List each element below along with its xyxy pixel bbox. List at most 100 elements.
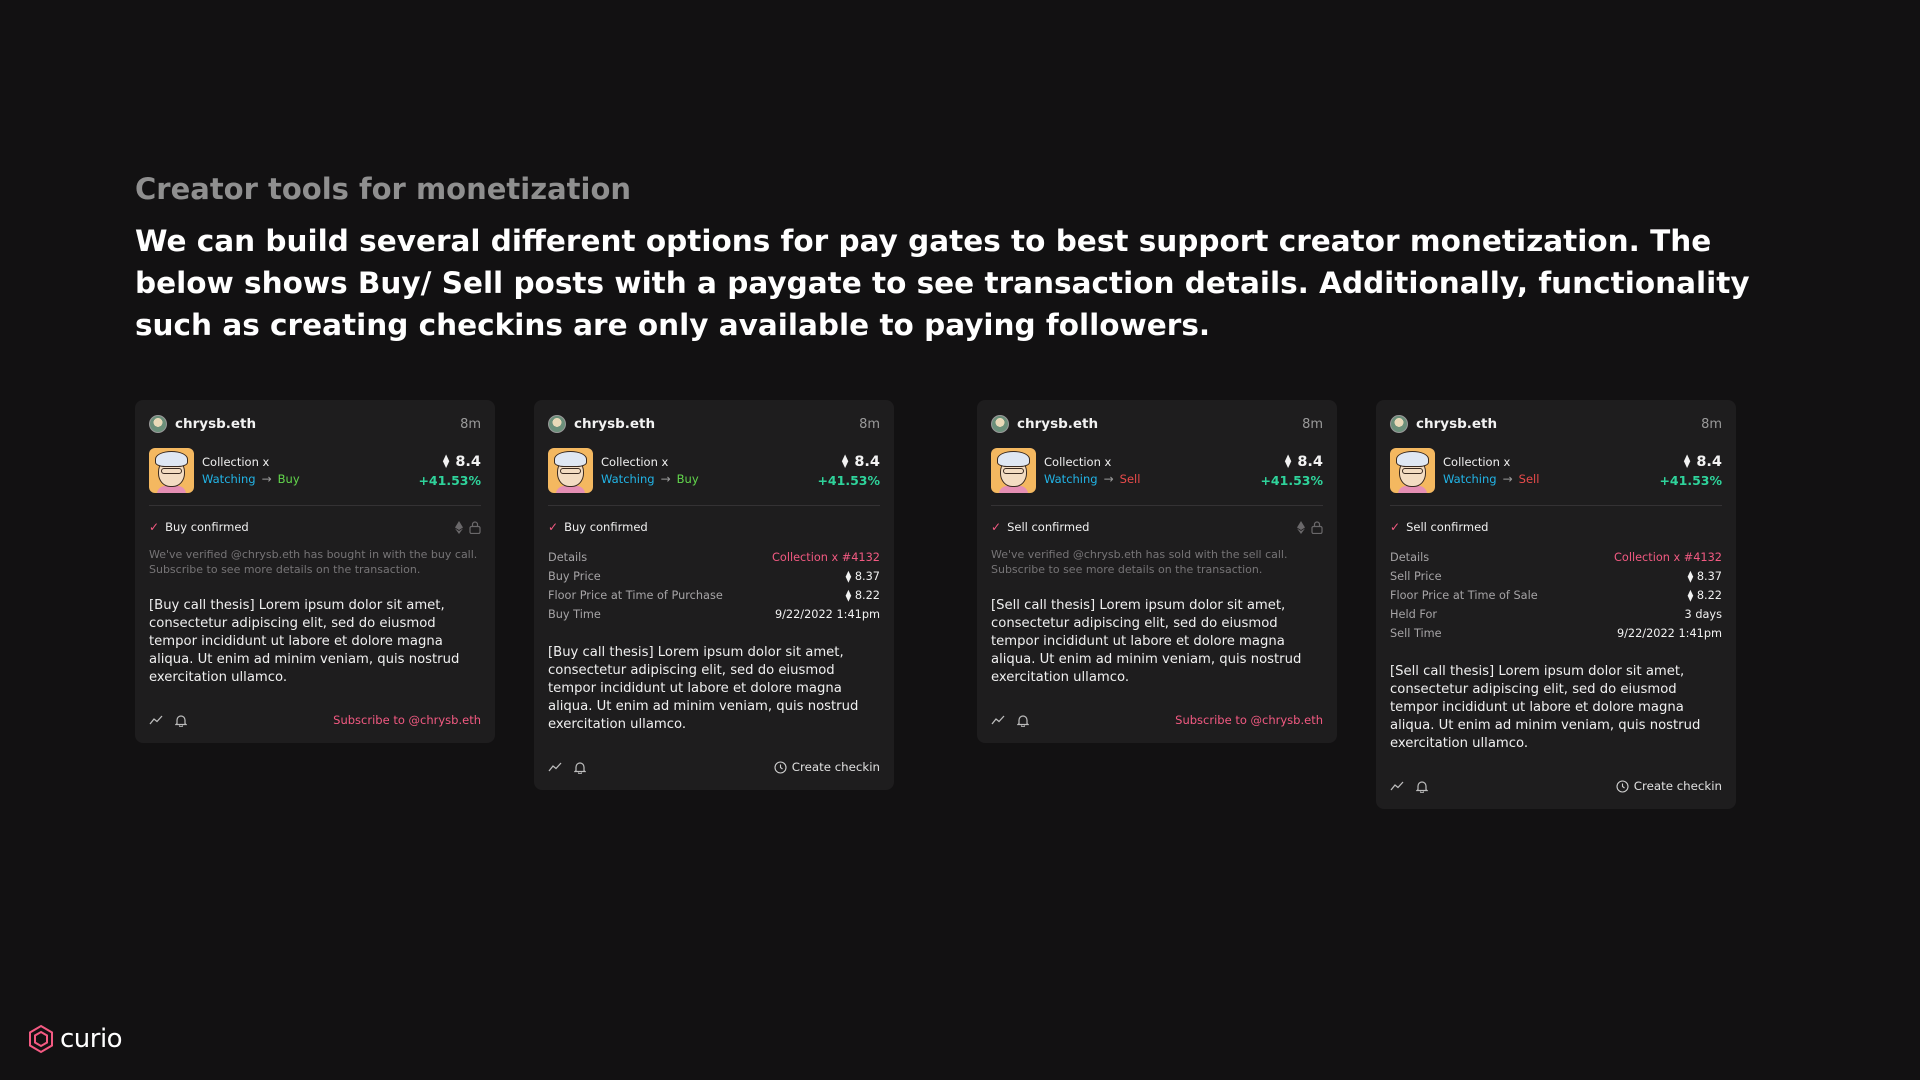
- lock-icon: [1311, 520, 1323, 534]
- bell-icon[interactable]: [175, 714, 187, 727]
- detail-label: Sell Price: [1390, 570, 1442, 583]
- eth-icon: ⧫: [1284, 454, 1292, 469]
- watching-label: Watching: [601, 472, 655, 486]
- create-checkin-button[interactable]: Create checkin: [774, 760, 880, 774]
- create-checkin-button[interactable]: Create checkin: [1616, 779, 1722, 793]
- username[interactable]: chrysb.eth: [574, 416, 655, 432]
- card-footer: Create checkin: [548, 758, 880, 776]
- collection-row[interactable]: Collection x Watching → Buy ⧫ 8.4 +41.53%: [548, 448, 880, 506]
- action-label: Sell: [1119, 472, 1141, 486]
- price: ⧫ 8.4: [418, 454, 481, 470]
- price: ⧫ 8.4: [817, 454, 880, 470]
- status-line: Watching → Sell: [1044, 472, 1140, 486]
- price-value: 8.4: [854, 453, 880, 470]
- detail-value: 9/22/2022 1:41pm: [774, 608, 880, 621]
- eth-icon: ⧫: [841, 454, 849, 469]
- price-change: +41.53%: [418, 472, 481, 488]
- card-header: chrysb.eth 8m: [1390, 414, 1722, 434]
- watching-label: Watching: [1044, 472, 1098, 486]
- card-header: chrysb.eth 8m: [991, 414, 1323, 434]
- post-card-buy-locked: chrysb.eth 8m Collection x Watching → Bu…: [135, 400, 495, 743]
- trend-chart-icon[interactable]: [149, 714, 163, 726]
- collection-name: Collection x: [601, 455, 669, 469]
- arrow-right-icon: →: [1502, 472, 1513, 486]
- detail-value: 9/22/2022 1:41pm: [1616, 627, 1722, 640]
- detail-label: Floor Price at Time of Sale: [1390, 589, 1538, 602]
- avatar[interactable]: [991, 415, 1009, 433]
- trend-chart-icon[interactable]: [1390, 780, 1404, 792]
- subscribe-link[interactable]: Subscribe to @chrysb.eth: [333, 713, 481, 727]
- create-checkin-label: Create checkin: [791, 760, 880, 774]
- nft-thumbnail[interactable]: [149, 448, 194, 493]
- price-change: +41.53%: [1659, 472, 1722, 488]
- nft-thumbnail[interactable]: [1390, 448, 1435, 493]
- create-checkin-label: Create checkin: [1633, 779, 1722, 793]
- bell-icon[interactable]: [1416, 780, 1428, 793]
- detail-value: ⧫ 8.37: [846, 567, 880, 586]
- eth-icon: ⧫: [1683, 454, 1691, 469]
- trend-chart-icon[interactable]: [991, 714, 1005, 726]
- check-icon: ✓: [548, 520, 559, 534]
- avatar[interactable]: [1390, 415, 1408, 433]
- price-value: 8.4: [455, 453, 481, 470]
- username[interactable]: chrysb.eth: [1017, 416, 1098, 432]
- user-info[interactable]: chrysb.eth: [548, 415, 655, 433]
- check-icon: ✓: [149, 520, 160, 534]
- clock-icon: [774, 760, 787, 774]
- arrow-right-icon: →: [1103, 472, 1114, 486]
- logo-text: curio: [60, 1024, 123, 1054]
- detail-row: Buy Time 9/22/2022 1:41pm: [548, 605, 880, 624]
- user-info[interactable]: chrysb.eth: [149, 415, 256, 433]
- confirm-row: ✓ Buy confirmed: [149, 520, 481, 534]
- detail-label: Sell Time: [1390, 627, 1442, 640]
- eth-icon: ⧫: [442, 454, 450, 469]
- nft-thumbnail[interactable]: [548, 448, 593, 493]
- card-header: chrysb.eth 8m: [149, 414, 481, 434]
- username[interactable]: chrysb.eth: [1416, 416, 1497, 432]
- detail-row: Details Collection x #4132: [1390, 548, 1722, 567]
- collection-row[interactable]: Collection x Watching → Sell ⧫ 8.4 +41.53…: [991, 448, 1323, 506]
- detail-value-text: 8.37: [854, 570, 880, 583]
- curio-logo: curio: [28, 1024, 123, 1054]
- bell-icon[interactable]: [1017, 714, 1029, 727]
- price-change: +41.53%: [817, 472, 880, 488]
- user-info[interactable]: chrysb.eth: [1390, 415, 1497, 433]
- paywall-notice: We've verified @chrysb.eth has bought in…: [149, 548, 478, 576]
- username[interactable]: chrysb.eth: [175, 416, 256, 432]
- post-thesis: [Sell call thesis] Lorem ipsum dolor sit…: [991, 598, 1302, 685]
- collection-row[interactable]: Collection x Watching → Sell ⧫ 8.4 +41.53…: [1390, 448, 1722, 506]
- post-time: 8m: [460, 416, 481, 432]
- detail-value-text: 8.22: [1696, 589, 1722, 602]
- post-time: 8m: [1302, 416, 1323, 432]
- detail-value-link[interactable]: Collection x #4132: [1614, 548, 1722, 567]
- confirm-text: Sell confirmed: [1007, 520, 1090, 534]
- status-line: Watching → Buy: [202, 472, 300, 486]
- card-footer: Subscribe to @chrysb.eth: [149, 711, 481, 729]
- collection-row[interactable]: Collection x Watching → Buy ⧫ 8.4 +41.53%: [149, 448, 481, 506]
- user-info[interactable]: chrysb.eth: [991, 415, 1098, 433]
- price-value: 8.4: [1696, 453, 1722, 470]
- subscribe-link[interactable]: Subscribe to @chrysb.eth: [1175, 713, 1323, 727]
- trend-chart-icon[interactable]: [548, 761, 562, 773]
- detail-value: ⧫ 8.37: [1688, 567, 1722, 586]
- lock-icon: [469, 520, 481, 534]
- eth-icon: ⧫: [1687, 570, 1697, 583]
- confirm-text: Sell confirmed: [1406, 520, 1489, 534]
- detail-row: Floor Price at Time of Purchase ⧫ 8.22: [548, 586, 880, 605]
- collection-name: Collection x: [202, 455, 270, 469]
- status-line: Watching → Buy: [601, 472, 699, 486]
- avatar[interactable]: [149, 415, 167, 433]
- detail-value-link[interactable]: Collection x #4132: [772, 548, 880, 567]
- collection-name: Collection x: [1443, 455, 1511, 469]
- action-label: Buy: [676, 472, 699, 486]
- eth-icon: [1297, 520, 1305, 534]
- post-time: 8m: [1701, 416, 1722, 432]
- headline: We can build several different options f…: [135, 224, 1750, 342]
- check-icon: ✓: [1390, 520, 1401, 534]
- detail-label: Details: [548, 551, 588, 564]
- nft-thumbnail[interactable]: [991, 448, 1036, 493]
- eth-icon: ⧫: [1687, 589, 1697, 602]
- bell-icon[interactable]: [574, 761, 586, 774]
- avatar[interactable]: [548, 415, 566, 433]
- detail-label: Held For: [1390, 608, 1437, 621]
